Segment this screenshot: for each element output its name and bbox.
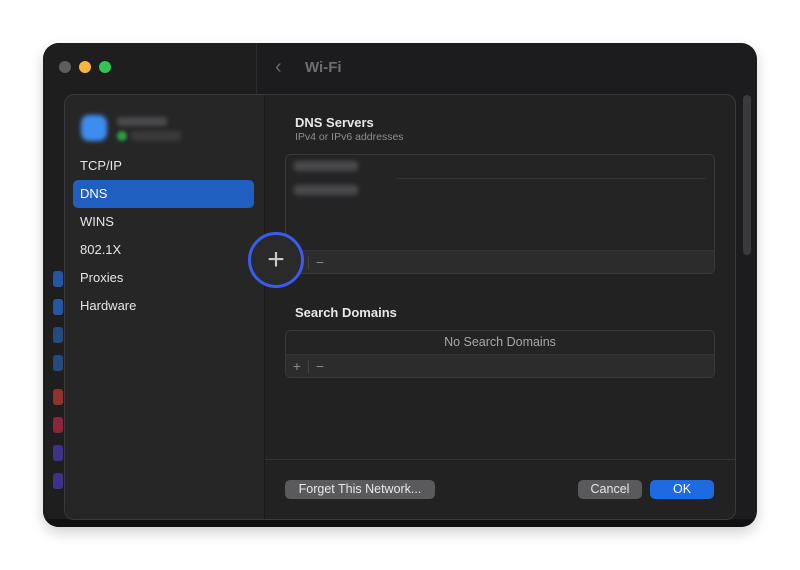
nav-item-dns[interactable]: DNS <box>73 180 254 208</box>
sidebar-app-icon[interactable] <box>53 417 63 433</box>
wifi-network-icon <box>81 115 107 141</box>
window-title: Wi-Fi <box>305 58 342 76</box>
search-domains-list: No Search Domains + − <box>285 330 715 378</box>
network-name-blurred <box>117 117 167 126</box>
sidebar-app-icon[interactable] <box>53 445 63 461</box>
window-header: ‹ Wi-Fi <box>257 43 757 91</box>
add-search-domain-button[interactable]: + <box>286 358 308 374</box>
list-separator <box>396 178 706 179</box>
remove-search-domain-button[interactable]: − <box>309 358 331 374</box>
sidebar-app-icon[interactable] <box>53 473 63 489</box>
chevron-left-icon[interactable]: ‹ <box>275 56 295 79</box>
remove-dns-server-button[interactable]: − <box>309 254 331 270</box>
scrollbar[interactable] <box>743 95 751 255</box>
dns-server-entry[interactable] <box>294 161 358 171</box>
network-details-sheet: TCP/IP DNS WINS 802.1X Proxies Hardware … <box>64 94 736 520</box>
forget-network-button[interactable]: Forget This Network... <box>285 480 435 499</box>
dns-servers-list: + − <box>285 154 715 274</box>
close-window-button[interactable] <box>59 61 71 73</box>
footer-divider <box>265 459 735 460</box>
plus-icon[interactable]: + <box>267 245 285 275</box>
ok-button[interactable]: OK <box>650 480 714 499</box>
background-sidebar-icons <box>53 271 63 501</box>
highlight-ring-annotation: + <box>248 232 304 288</box>
sidebar-app-icon[interactable] <box>53 299 63 315</box>
search-domains-footer: + − <box>286 354 714 377</box>
network-status-blurred <box>131 131 181 141</box>
sidebar-app-icon[interactable] <box>53 271 63 287</box>
sidebar-app-icon[interactable] <box>53 355 63 371</box>
sheet-sidebar: TCP/IP DNS WINS 802.1X Proxies Hardware <box>65 95 265 519</box>
traffic-lights <box>59 61 111 73</box>
empty-state-label: No Search Domains <box>444 335 556 349</box>
window-bottom-edge <box>43 519 757 527</box>
nav-item-hardware[interactable]: Hardware <box>73 292 254 320</box>
dns-server-entry[interactable] <box>294 185 358 195</box>
nav-item-proxies[interactable]: Proxies <box>73 264 254 292</box>
maximize-window-button[interactable] <box>99 61 111 73</box>
sheet-content: DNS Servers IPv4 or IPv6 addresses + − S… <box>265 95 735 519</box>
search-domains-title: Search Domains <box>295 305 397 320</box>
nav-item-tcpip[interactable]: TCP/IP <box>73 152 254 180</box>
sidebar-app-icon[interactable] <box>53 327 63 343</box>
cancel-button[interactable]: Cancel <box>578 480 642 499</box>
dns-list-footer: + − <box>286 250 714 273</box>
network-profile <box>79 113 189 147</box>
sheet-nav: TCP/IP DNS WINS 802.1X Proxies Hardware <box>73 152 254 320</box>
connected-status-icon <box>117 131 127 141</box>
minimize-window-button[interactable] <box>79 61 91 73</box>
dns-servers-title: DNS Servers <box>295 115 374 130</box>
dns-servers-subtitle: IPv4 or IPv6 addresses <box>295 131 404 143</box>
sidebar-app-icon[interactable] <box>53 389 63 405</box>
nav-item-wins[interactable]: WINS <box>73 208 254 236</box>
nav-item-8021x[interactable]: 802.1X <box>73 236 254 264</box>
